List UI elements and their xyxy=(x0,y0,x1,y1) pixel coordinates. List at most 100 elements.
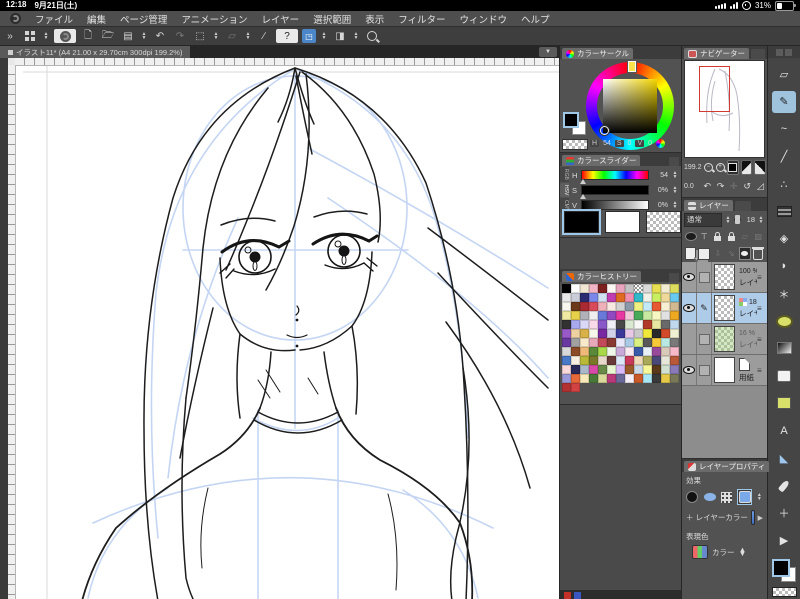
flip-horizontal-button[interactable] xyxy=(740,159,753,175)
history-color-swatch[interactable] xyxy=(625,356,634,365)
history-color-swatch[interactable] xyxy=(562,293,571,302)
visibility-eye-icon[interactable] xyxy=(683,304,695,312)
history-color-swatch[interactable] xyxy=(643,365,652,374)
new-file-button[interactable]: 🗋 xyxy=(80,29,96,43)
history-color-swatch[interactable] xyxy=(634,284,643,293)
panel-spinner[interactable]: ▲ ▼ xyxy=(352,32,360,41)
hue-ring-marker[interactable] xyxy=(628,61,636,72)
boundary-effect-button[interactable] xyxy=(702,490,717,504)
history-color-swatch[interactable] xyxy=(580,374,589,383)
history-color-swatch[interactable] xyxy=(625,338,634,347)
history-color-swatch[interactable] xyxy=(643,347,652,356)
history-color-swatch[interactable] xyxy=(607,311,616,320)
touch-spinner[interactable]: ▲ ▼ xyxy=(320,32,328,41)
tool-gradient[interactable] xyxy=(772,337,796,359)
h-slider[interactable] xyxy=(580,170,649,184)
opacity-slider[interactable] xyxy=(734,215,741,224)
history-color-swatch[interactable] xyxy=(607,320,616,329)
s-slider[interactable] xyxy=(580,185,649,199)
history-color-swatch[interactable] xyxy=(661,329,670,338)
layer-menu-icon[interactable]: ≡ xyxy=(757,293,767,323)
history-color-swatch[interactable] xyxy=(643,293,652,302)
undo-button[interactable]: ↶ xyxy=(152,29,168,43)
history-color-swatch[interactable] xyxy=(580,329,589,338)
tool-decoration[interactable]: ◈ xyxy=(772,228,796,250)
panel-toggle-button[interactable]: ◨ xyxy=(332,29,348,43)
minimized-panel-bar[interactable] xyxy=(560,590,681,599)
history-color-swatch[interactable] xyxy=(670,293,679,302)
transparent-swatch[interactable] xyxy=(772,587,797,597)
history-color-swatch[interactable] xyxy=(580,320,589,329)
history-color-swatch[interactable] xyxy=(670,320,679,329)
layer-thumbnail[interactable] xyxy=(714,326,735,352)
mini-blue-chip[interactable] xyxy=(574,592,581,599)
history-color-swatch[interactable] xyxy=(661,302,670,311)
reset-position-button[interactable]: ✛ xyxy=(728,180,739,193)
history-color-swatch[interactable] xyxy=(625,284,634,293)
history-color-swatch[interactable] xyxy=(670,284,679,293)
delete-layer-button[interactable] xyxy=(752,247,765,260)
tool-strip-header[interactable] xyxy=(768,46,800,58)
transparent-swatch[interactable] xyxy=(646,211,681,233)
history-color-swatch[interactable] xyxy=(607,302,616,311)
hue-ring[interactable] xyxy=(586,61,674,150)
history-color-swatch[interactable] xyxy=(670,347,679,356)
visibility-eye-icon[interactable] xyxy=(683,273,695,281)
history-color-swatch[interactable] xyxy=(598,356,607,365)
history-color-swatch[interactable] xyxy=(625,365,634,374)
canvas-artwork[interactable] xyxy=(8,58,559,599)
layer-property-tab[interactable]: レイヤープロパティ xyxy=(684,461,770,472)
history-color-swatch[interactable] xyxy=(562,320,571,329)
history-color-swatch[interactable] xyxy=(580,338,589,347)
history-color-swatch[interactable] xyxy=(571,365,580,374)
history-color-swatch[interactable] xyxy=(580,311,589,320)
history-color-swatch[interactable] xyxy=(634,356,643,365)
history-color-swatch[interactable] xyxy=(589,320,598,329)
history-color-swatch[interactable] xyxy=(625,302,634,311)
history-color-swatch[interactable] xyxy=(670,329,679,338)
history-color-swatch[interactable] xyxy=(670,365,679,374)
collapsed-palette-strip[interactable] xyxy=(0,58,8,599)
history-color-swatch[interactable] xyxy=(661,374,670,383)
history-color-swatch[interactable] xyxy=(661,338,670,347)
history-color-swatch[interactable] xyxy=(643,284,652,293)
layer-row-1[interactable]: 16 % 通常 レイヤー 1 ≡ xyxy=(682,324,767,355)
layer-menu-icon[interactable]: ≡ xyxy=(757,355,767,385)
transparent-color-swatch[interactable] xyxy=(562,139,588,150)
history-color-swatch[interactable] xyxy=(571,338,580,347)
history-color-swatch[interactable] xyxy=(580,347,589,356)
tool-selection-area[interactable] xyxy=(772,365,796,387)
history-color-swatch[interactable] xyxy=(670,338,679,347)
menu-item[interactable]: アニメーション xyxy=(181,12,247,26)
color-space-icon[interactable] xyxy=(656,139,666,148)
border-effect-button[interactable] xyxy=(686,490,699,504)
history-color-swatch[interactable] xyxy=(607,284,616,293)
history-color-swatch[interactable] xyxy=(643,338,652,347)
history-color-swatch[interactable] xyxy=(670,374,679,383)
layer-menu-icon[interactable]: ≡ xyxy=(757,324,767,354)
tool-figure[interactable] xyxy=(772,310,796,332)
blend-mode-dropdown[interactable]: 通常 xyxy=(684,212,722,227)
expand-chevron-icon[interactable]: » xyxy=(2,29,18,43)
save-button[interactable]: ▤ xyxy=(120,29,136,43)
history-color-swatch[interactable] xyxy=(661,356,670,365)
slider-panel-button[interactable] xyxy=(669,157,679,166)
layer-checkbox[interactable] xyxy=(698,364,710,376)
history-color-swatch[interactable] xyxy=(661,347,670,356)
history-color-swatch[interactable] xyxy=(616,356,625,365)
history-color-swatch[interactable] xyxy=(589,329,598,338)
history-color-swatch[interactable] xyxy=(571,329,580,338)
menu-item[interactable]: レイヤー xyxy=(261,12,299,26)
history-color-swatch[interactable] xyxy=(607,356,616,365)
menu-item[interactable]: ウィンドウ xyxy=(460,12,508,26)
history-color-swatch[interactable] xyxy=(607,329,616,338)
history-color-swatch[interactable] xyxy=(616,311,625,320)
history-color-swatch[interactable] xyxy=(580,284,589,293)
history-color-swatch[interactable] xyxy=(580,365,589,374)
history-color-swatch[interactable] xyxy=(643,302,652,311)
history-color-swatch[interactable] xyxy=(571,284,580,293)
color-slider-tab[interactable]: カラースライダー xyxy=(562,155,641,166)
s-spinner[interactable]: ▲ ▼ xyxy=(671,186,679,195)
history-color-swatch[interactable] xyxy=(616,365,625,374)
history-color-swatch[interactable] xyxy=(562,356,571,365)
